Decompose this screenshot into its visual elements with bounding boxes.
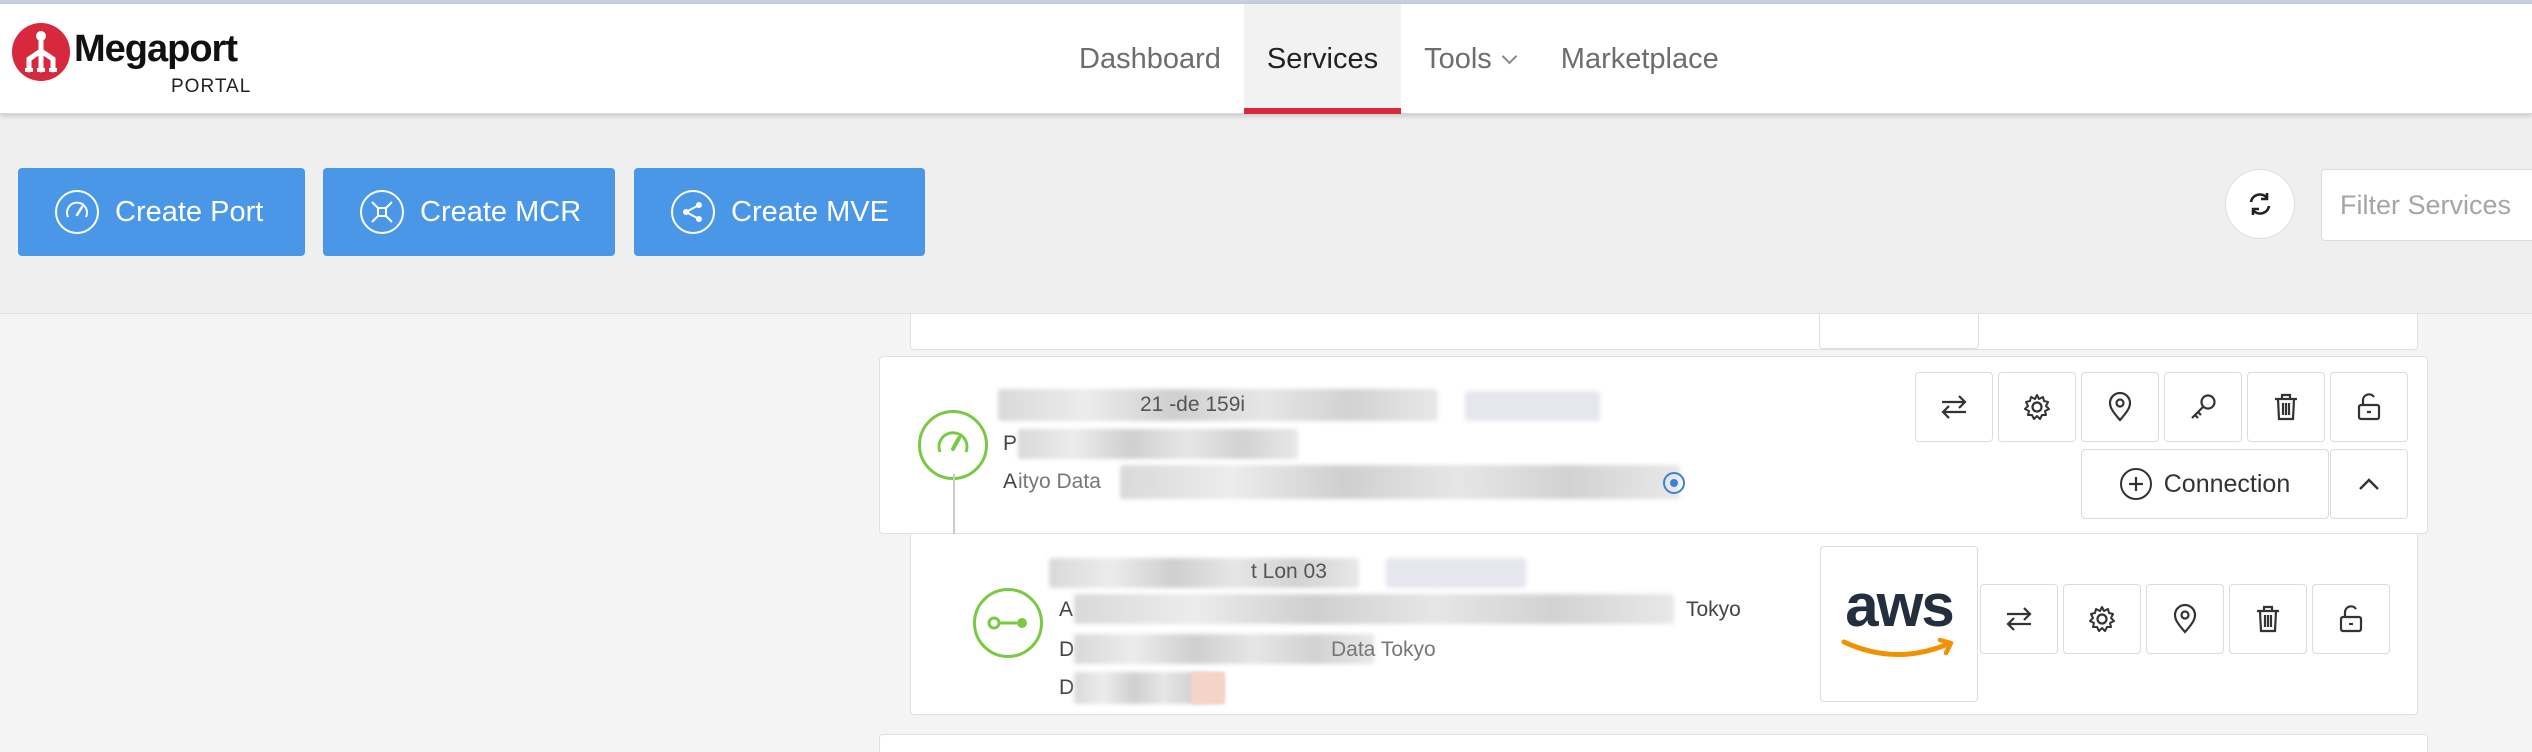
vxc-service-card[interactable]: t Lon 03 A Tokyo D Data Tokyo D aws	[910, 534, 2418, 715]
filter-services-input[interactable]	[2321, 169, 2532, 241]
vxc-location-button[interactable]	[2146, 584, 2224, 654]
vxc-line1-redacted	[1074, 594, 1674, 624]
connection-label: Connection	[2163, 469, 2291, 498]
vxc-line1-suffix: Tokyo	[1686, 598, 1741, 621]
speedometer-icon	[937, 431, 969, 453]
connection-line-icon	[987, 616, 1027, 630]
create-mcr-label: Create MCR	[420, 195, 582, 228]
vxc-lock-button[interactable]	[2312, 584, 2390, 654]
next-service-card[interactable]	[879, 734, 2428, 752]
lock-button[interactable]	[2330, 372, 2408, 442]
nav-marketplace-label: Marketplace	[1560, 42, 1719, 75]
aws-logo-text: aws	[1845, 572, 1954, 639]
settings-button[interactable]	[1998, 372, 2076, 442]
swap-icon	[2006, 607, 2032, 631]
refresh-button[interactable]	[2225, 169, 2295, 239]
vxc-line3-prefix: D	[1059, 676, 1075, 699]
vxc-delete-button[interactable]	[2229, 584, 2307, 654]
router-icon	[360, 190, 404, 234]
port-line3-prefix: A	[1003, 470, 1018, 493]
vxc-line2-fragment: Data Tokyo	[1331, 638, 1436, 661]
vxc-status-icon	[973, 588, 1043, 658]
port-status-icon	[918, 410, 988, 480]
port-line3-redacted	[1120, 465, 1680, 499]
services-list: 21 -de 159i P A ityo Data Connection t L…	[0, 314, 2532, 752]
location-pin-icon	[2108, 391, 2132, 422]
nav-dashboard[interactable]: Dashboard	[1056, 4, 1244, 114]
create-port-button[interactable]: Create Port	[18, 168, 305, 256]
port-name-fragment: 21 -de 159i	[1140, 393, 1246, 416]
create-mcr-button[interactable]: Create MCR	[323, 168, 615, 256]
vxc-line1-prefix: A	[1059, 598, 1074, 621]
top-navbar: Megaport PORTAL Dashboard Services Tools…	[0, 4, 2532, 114]
create-mve-label: Create MVE	[731, 195, 889, 228]
chevron-down-icon	[1501, 48, 1518, 64]
vxc-line3-redacted-accent	[1191, 672, 1225, 704]
services-toolbar: Create Port Create MCR Create MVE	[0, 114, 2532, 314]
location-pin-icon	[2173, 603, 2197, 634]
vxc-settings-button[interactable]	[2063, 584, 2141, 654]
vxc-name-fragment: t Lon 03	[1251, 560, 1327, 583]
gear-icon	[2089, 606, 2115, 632]
key-icon	[2191, 394, 2216, 419]
port-selected-radio[interactable]	[1663, 472, 1685, 494]
swap-icon	[1941, 395, 1967, 419]
vxc-line2-prefix: D	[1059, 638, 1075, 661]
nav-marketplace[interactable]: Marketplace	[1538, 4, 1742, 114]
refresh-icon	[2249, 193, 2271, 215]
vxc-badge-redacted	[1386, 558, 1526, 588]
collapse-button[interactable]	[2330, 449, 2408, 519]
swap-button[interactable]	[1915, 372, 1993, 442]
add-connection-button[interactable]: Connection	[2081, 449, 2329, 519]
port-badge-redacted	[1465, 391, 1600, 421]
create-mve-button[interactable]: Create MVE	[634, 168, 925, 256]
aws-smile-icon	[1841, 637, 1954, 657]
create-port-label: Create Port	[115, 195, 264, 228]
unlock-icon	[2339, 605, 2363, 633]
delete-button[interactable]	[2247, 372, 2325, 442]
gear-icon	[2024, 394, 2050, 420]
previous-card-button[interactable]	[1819, 314, 1979, 349]
megaport-logo-icon[interactable]	[12, 23, 70, 81]
aws-provider-logo: aws	[1820, 546, 1978, 702]
trash-icon	[2275, 393, 2297, 421]
share-nodes-icon	[671, 190, 715, 234]
nav-dashboard-label: Dashboard	[1079, 42, 1221, 75]
port-service-card[interactable]: 21 -de 159i P A ityo Data Connection	[879, 356, 2428, 534]
brand-name[interactable]: Megaport	[74, 28, 238, 71]
port-line3-fragment: ityo Data	[1018, 470, 1101, 493]
speedometer-icon	[55, 190, 99, 234]
main-nav: Dashboard Services Tools Marketplace	[1056, 4, 1742, 114]
brand-subtitle: PORTAL	[171, 76, 252, 97]
nav-services-label: Services	[1266, 42, 1379, 75]
nav-services[interactable]: Services	[1243, 4, 1402, 114]
port-line2-redacted	[1018, 429, 1298, 459]
nav-tools[interactable]: Tools	[1401, 4, 1538, 114]
vxc-line2-redacted	[1074, 634, 1374, 664]
trash-icon	[2257, 605, 2279, 633]
vxc-swap-button[interactable]	[1980, 584, 2058, 654]
unlock-icon	[2357, 393, 2381, 421]
port-line2-prefix: P	[1003, 432, 1018, 455]
key-button[interactable]	[2164, 372, 2242, 442]
plus-circle-icon	[2119, 468, 2152, 500]
chevron-up-icon	[2359, 478, 2379, 490]
nav-tools-label: Tools	[1424, 42, 1492, 75]
location-button[interactable]	[2081, 372, 2159, 442]
previous-service-card[interactable]	[910, 314, 2418, 350]
